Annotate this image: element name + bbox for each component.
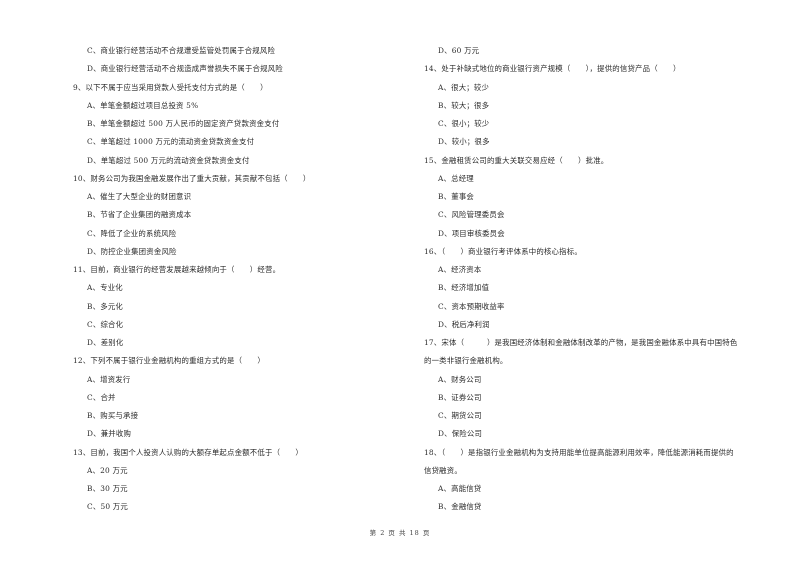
- q12-option-3: B、购买与承接: [87, 411, 139, 420]
- q8-option-c: C、商业银行经营活动不合规遭受监管处罚属于合规风险: [87, 46, 276, 55]
- q10-option-a: A、催生了大型企业的财团意识: [87, 192, 192, 201]
- q12-stem: 12、下列不属于银行业金融机构的重组方式的是（ ）: [73, 356, 265, 366]
- q13-option-a: A、20 万元: [87, 465, 128, 475]
- right-column: D、60 万元 14、处于补缺式地位的商业银行资产规模（ ），提供的信贷产品（ …: [424, 42, 784, 517]
- q18-option-a: A、高能信贷: [438, 484, 482, 493]
- q17-stem: 17、宋体（ ）是我国经济体制和金融体制改革的产物，是我国金融体系中具有中国特色: [424, 338, 738, 347]
- q17-option-b: B、证券公司: [438, 392, 482, 402]
- q9-option-a: A、单笔金额超过项目总投资 5%: [87, 100, 199, 110]
- q18-option-b: B、金融信贷: [438, 502, 482, 512]
- q17-stem-continued: 的一类非银行金融机构。: [424, 356, 508, 366]
- q15-option-b: B、董事会: [438, 192, 474, 201]
- q9-option-d: D、单笔超过 500 万元的流动资金贷款资金支付: [87, 155, 250, 165]
- q18-stem: 18、（ ）是指银行业金融机构为支持用能单位提高能源利用效率，降低能源消耗而提供…: [424, 447, 734, 457]
- q9-option-b: B、单笔金额超过 500 万人民币的固定资产贷款资金支付: [87, 119, 280, 128]
- page-number-footer: 第 2 页 共 18 页: [369, 529, 431, 537]
- q14-option-a: A、很大；较少: [438, 82, 490, 92]
- q15-option-c: C、风险管理委员会: [438, 210, 505, 220]
- q9-option-c: C、单笔超过 1000 万元的流动资金贷款资金支付: [87, 137, 255, 147]
- q13-option-b: B、30 万元: [87, 484, 128, 493]
- q13-option-c: C、50 万元: [87, 502, 128, 512]
- q15-option-d: D、项目审核委员会: [438, 228, 505, 238]
- q11-option-a: A、专业化: [87, 283, 123, 293]
- q15-option-a: A、总经理: [438, 173, 474, 183]
- q16-stem: 16、（ ）商业银行考评体系中的核心指标。: [424, 246, 582, 256]
- q17-option-d: D、保险公司: [438, 429, 483, 439]
- q12-option-1: A、增资发行: [87, 374, 131, 384]
- q13-stem: 13、目前，我国个人投资人认购的大额存单起点金额不低于（ ）: [73, 447, 303, 457]
- q10-stem: 10、财务公司为我国金融发展作出了重大贡献，其贡献不包括（ ）: [73, 173, 311, 183]
- q10-option-c: C、降低了企业的系统风险: [87, 228, 177, 238]
- q12-option-2: C、合并: [87, 392, 116, 402]
- q18-stem-continued: 信贷融资。: [424, 465, 462, 475]
- q14-option-b: B、较大；很多: [438, 100, 490, 110]
- q11-stem: 11、目前，商业银行的经营发展越来越倾向于（ ）经营。: [73, 265, 281, 274]
- q11-option-b: B、多元化: [87, 301, 123, 311]
- q16-option-c: C、资本预期收益率: [438, 301, 505, 311]
- q16-option-a: A、经济资本: [438, 265, 482, 274]
- q15-stem: 15、金融租赁公司的重大关联交易应经（ ）批准。: [424, 155, 609, 165]
- q14-option-d: D、较小；很多: [438, 137, 490, 147]
- q9-stem: 9、以下不属于应当采用贷款人受托支付方式的是（ ）: [73, 82, 268, 92]
- q14-stem: 14、处于补缺式地位的商业银行资产规模（ ），提供的信贷产品（ ）: [424, 64, 681, 74]
- q10-option-d: D、防控企业集团资金风险: [87, 246, 177, 256]
- q14-option-c: C、很小；较少: [438, 119, 490, 128]
- q16-option-d: D、税后净利润: [438, 319, 490, 329]
- q16-option-b: B、经济增加值: [438, 283, 490, 293]
- q12-option-4: D、兼并收购: [87, 429, 132, 439]
- q11-option-d: D、差别化: [87, 338, 124, 347]
- left-column: C、商业银行经营活动不合规遭受监管处罚属于合规风险 D、商业银行经营活动不合规造…: [73, 42, 403, 517]
- q10-option-b: B、节省了企业集团的融资成本: [87, 210, 192, 220]
- q17-option-c: C、期货公司: [438, 411, 482, 420]
- q8-option-d: D、商业银行经营活动不合规造成声誉损失不属于合规风险: [87, 64, 283, 74]
- q17-option-a: A、财务公司: [438, 374, 482, 384]
- q11-option-c: C、综合化: [87, 319, 124, 329]
- q13-option-d: D、60 万元: [438, 46, 480, 55]
